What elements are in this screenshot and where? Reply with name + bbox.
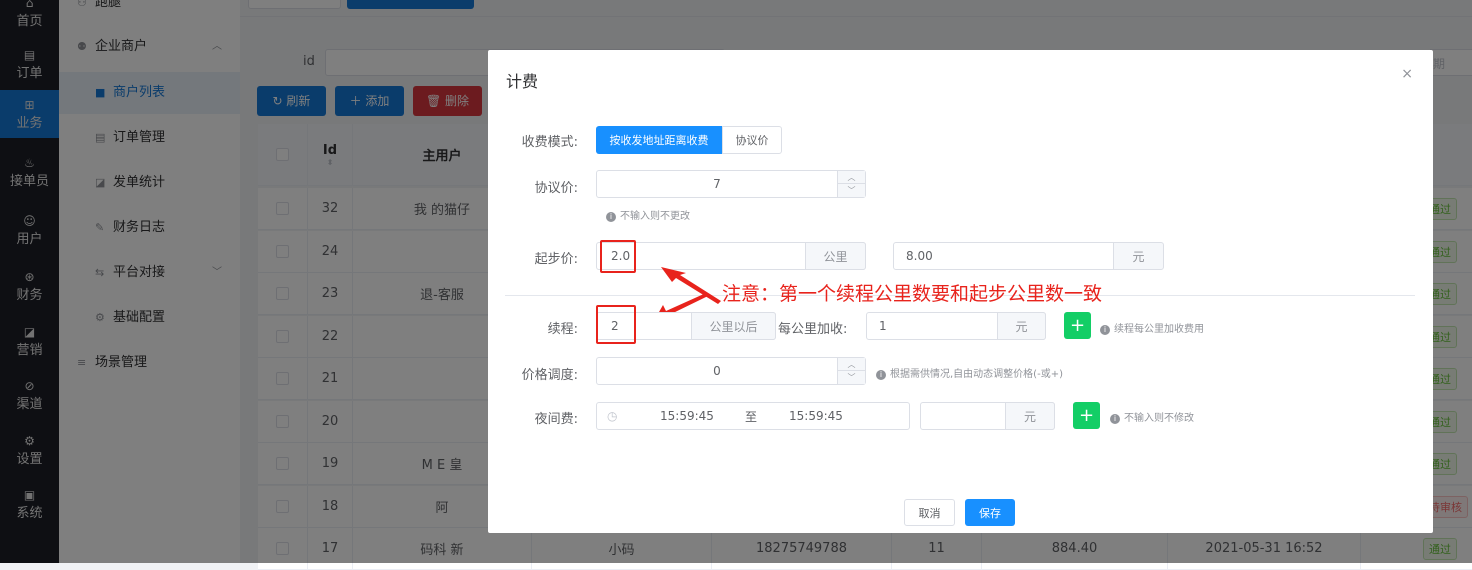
annotation-text: 注意：第一个续程公里数要和起步公里数一致 [722, 283, 1103, 305]
decrement-icon[interactable]: ﹀ [838, 184, 865, 197]
increment-icon[interactable]: ︿ [838, 358, 865, 371]
mode-option-agreed[interactable]: 协议价 [722, 126, 782, 154]
agreed-price-label: 协议价: [534, 181, 578, 196]
start-price-unit: 元 [1113, 242, 1164, 270]
agreed-price-hint: i 不输入则不更改 [606, 207, 690, 222]
highlight-box-start-km [600, 240, 636, 273]
per-km-input[interactable]: 1元 [866, 312, 1046, 340]
start-km-input[interactable]: 2.0 公里 [596, 242, 866, 270]
add-continuation-button[interactable]: + [1064, 312, 1091, 339]
add-night-fee-button[interactable]: + [1073, 402, 1100, 429]
price-adjust-value: 0 [713, 364, 721, 378]
adjust-hint-text: 根据需供情况,自由动态调整价格(-或+) [890, 369, 1063, 380]
info-icon: i [606, 212, 616, 222]
start-price-value: 8.00 [906, 249, 933, 263]
agreed-price-value: 7 [713, 177, 721, 191]
mode-label: 收费模式: [521, 135, 578, 150]
save-button[interactable]: 保存 [965, 499, 1015, 526]
start-price-input[interactable]: 8.00 元 [893, 242, 1164, 270]
range-separator: 至 [745, 409, 758, 424]
price-adjust-label: 价格调度: [521, 368, 578, 383]
start-km-unit: 公里 [805, 242, 866, 270]
cont-km-unit: 公里以后 [691, 312, 776, 340]
night-fee-unit: 元 [1005, 402, 1055, 430]
night-end-time[interactable]: 15:59:45 [789, 409, 843, 423]
info-icon: i [876, 370, 886, 380]
night-start-time[interactable]: 15:59:45 [660, 409, 714, 423]
per-km-label: 每公里加收: [778, 322, 848, 337]
night-time-range-picker[interactable]: ◷ 15:59:45 至 15:59:45 [596, 402, 910, 430]
billing-dialog: 计费 × 收费模式: 按收发地址距离收费 协议价 协议价: 7 ︿ ﹀ i 不输入则不… [488, 50, 1433, 533]
dialog-title: 计费 [506, 72, 539, 91]
increment-icon[interactable]: ︿ [838, 171, 865, 184]
per-km-value: 1 [879, 319, 887, 333]
per-km-unit: 元 [997, 312, 1046, 340]
cancel-button[interactable]: 取消 [904, 499, 955, 526]
night-fee-input[interactable]: 元 [920, 402, 1055, 430]
price-adjust-stepper[interactable]: ︿ ﹀ [837, 358, 865, 384]
clock-icon: ◷ [607, 409, 618, 423]
info-icon: i [1110, 414, 1120, 424]
highlight-box-cont-km [596, 305, 636, 344]
cont-hint-text: 续程每公里加收费用 [1114, 324, 1204, 335]
agreed-price-input[interactable]: 7 ︿ ﹀ [596, 170, 866, 198]
continuation-label: 续程: [547, 322, 578, 337]
decrement-icon[interactable]: ﹀ [838, 371, 865, 384]
agreed-hint-text: 不输入则不更改 [620, 211, 690, 222]
start-price-label: 起步价: [534, 252, 578, 267]
night-fee-label: 夜间费: [534, 412, 578, 427]
close-icon[interactable]: × [1401, 66, 1413, 82]
continuation-hint: i 续程每公里加收费用 [1100, 320, 1204, 335]
price-adjust-hint: i 根据需供情况,自由动态调整价格(-或+) [876, 365, 1063, 380]
night-hint-text: 不输入则不修改 [1124, 413, 1194, 424]
price-adjust-input[interactable]: 0 ︿ ﹀ [596, 357, 866, 385]
agreed-price-stepper[interactable]: ︿ ﹀ [837, 171, 865, 197]
night-fee-hint: i 不输入则不修改 [1110, 409, 1194, 424]
mode-option-distance[interactable]: 按收发地址距离收费 [596, 126, 722, 154]
info-icon: i [1100, 325, 1110, 335]
arrow-to-start-km [661, 267, 721, 304]
